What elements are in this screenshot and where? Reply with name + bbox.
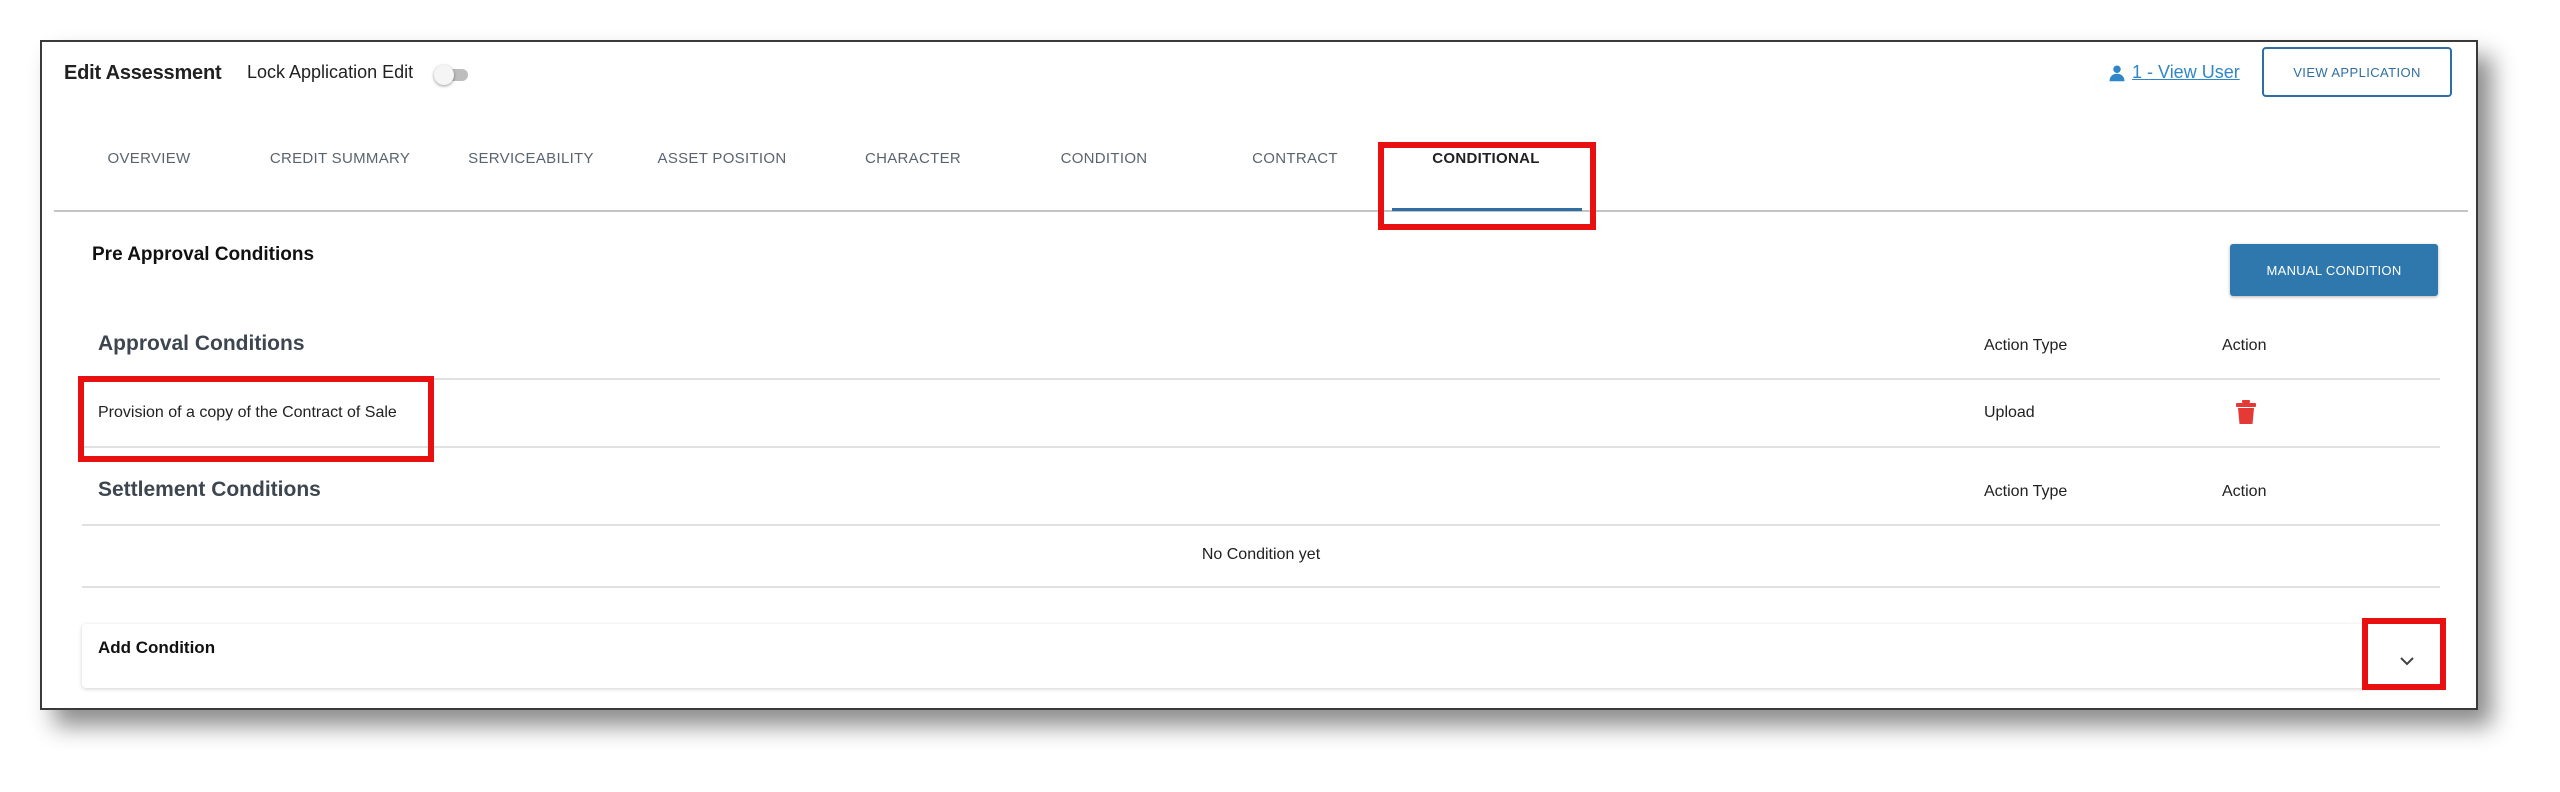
lock-application-toggle[interactable] [434,65,474,85]
approval-col-action-type: Action Type [1984,337,2068,354]
view-user-label: 1 - View User [2132,62,2240,82]
trash-icon[interactable] [2236,400,2256,424]
view-application-button[interactable]: VIEW APPLICATION [2262,47,2452,97]
approval-conditions-title: Approval Conditions [98,332,305,355]
add-condition-panel[interactable] [82,624,2440,688]
approval-header-divider [82,378,2440,380]
approval-col-action: Action [2222,337,2267,354]
settlement-col-action: Action [2222,483,2267,500]
settlement-col-action-type: Action Type [1984,483,2068,500]
approval-action-type: Upload [1984,404,2035,421]
tab-asset-position[interactable]: ASSET POSITION [658,150,787,167]
add-condition-label: Add Condition [98,638,216,657]
page-title: Edit Assessment [64,62,222,84]
tab-serviceability[interactable]: SERVICEABILITY [468,150,594,167]
settlement-footer-divider [82,586,2440,588]
tab-overview[interactable]: OVERVIEW [108,150,191,167]
section-title: Pre Approval Conditions [92,244,315,265]
settlement-conditions-title: Settlement Conditions [98,478,321,501]
tab-character[interactable]: CHARACTER [865,150,961,167]
manual-condition-button[interactable]: MANUAL CONDITION [2230,244,2438,296]
toggle-thumb [434,65,454,85]
user-icon [2109,65,2125,81]
highlight-callout-tab [1378,142,1596,230]
highlight-callout-condition [78,376,434,462]
tabs-divider [54,210,2468,212]
highlight-callout-chevron [2362,618,2446,690]
view-user-link[interactable]: 1 - View User [2108,62,2240,83]
tab-credit-summary[interactable]: CREDIT SUMMARY [270,150,410,167]
edit-assessment-window: Edit Assessment Lock Application Edit 1 … [40,40,2478,710]
approval-row-divider [82,446,2440,448]
settlement-header-divider [82,524,2440,526]
lock-application-label: Lock Application Edit [247,62,414,82]
settlement-empty-message: No Condition yet [1201,546,1321,563]
tab-condition[interactable]: CONDITION [1061,150,1148,167]
tab-contract[interactable]: CONTRACT [1252,150,1338,167]
